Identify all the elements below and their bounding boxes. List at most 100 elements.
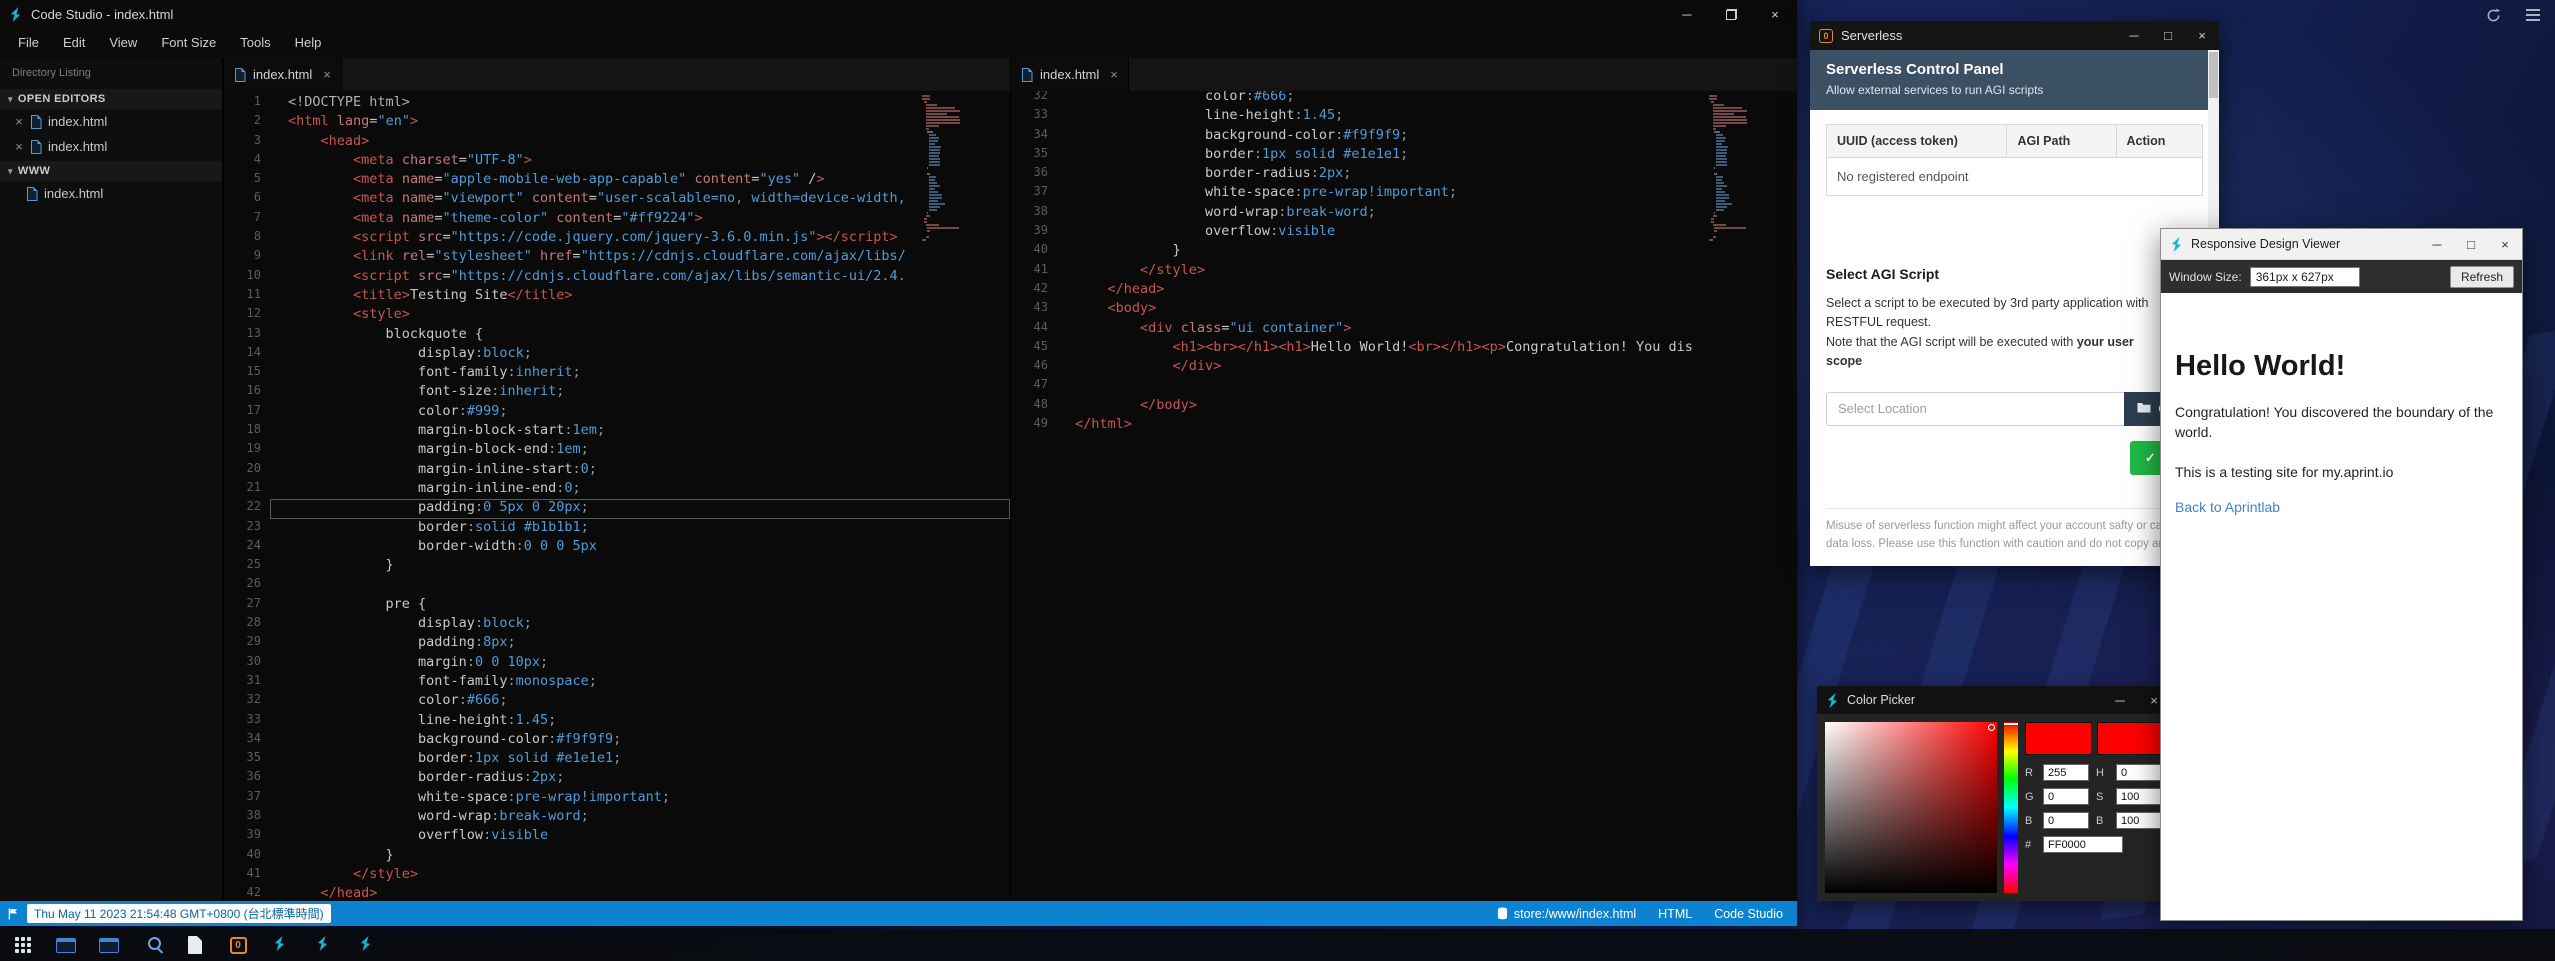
code-line[interactable]: 49</html> <box>1011 416 1797 435</box>
section-www[interactable]: ▾ WWW <box>0 161 222 181</box>
refresh-icon[interactable] <box>2483 5 2503 25</box>
section-open-editors[interactable]: ▾ OPEN EDITORS <box>0 89 222 109</box>
hue-field[interactable] <box>2116 764 2162 781</box>
saturation-brightness-area[interactable] <box>1825 722 1997 893</box>
minimize-icon[interactable]: ─ <box>2103 686 2137 714</box>
code-line[interactable]: 15 font-family:inherit; <box>224 364 1010 383</box>
code-line[interactable]: 20 margin-inline-start:0; <box>224 461 1010 480</box>
code-line[interactable]: 39 overflow:visible <box>1011 223 1797 242</box>
code-line[interactable]: 7 <meta name="theme-color" content="#ff9… <box>224 210 1010 229</box>
blue-field[interactable] <box>2043 812 2089 829</box>
statusbar-language[interactable]: HTML <box>1658 907 1692 921</box>
code-line[interactable]: 42 </head> <box>224 885 1010 901</box>
code-line[interactable]: 32 color:#666; <box>224 692 1010 711</box>
code-line[interactable]: 22 padding:0 5px 0 20px; <box>224 499 1010 518</box>
code-line[interactable]: 41 </style> <box>224 866 1010 885</box>
tab-index-html[interactable]: index.html × <box>1011 58 1129 91</box>
maximize-icon[interactable]: □ <box>2151 21 2185 50</box>
code-line[interactable]: 8 <script src="https://code.jquery.com/j… <box>224 229 1010 248</box>
minimap[interactable] <box>922 95 970 242</box>
code-line[interactable]: 41 </style> <box>1011 262 1797 281</box>
code-line[interactable]: 33 line-height:1.45; <box>224 712 1010 731</box>
code-line[interactable]: 13 blockquote { <box>224 326 1010 345</box>
location-input[interactable] <box>1826 392 2124 426</box>
hue-cursor[interactable] <box>2004 723 2018 725</box>
hex-field[interactable] <box>2043 836 2123 853</box>
window-icon[interactable] <box>96 932 122 958</box>
code-line[interactable]: 1<!DOCTYPE html> <box>224 94 1010 113</box>
flag-icon[interactable] <box>8 908 19 920</box>
code-editor[interactable]: 32 color:#666;33 line-height:1.45;34 bac… <box>1011 91 1797 901</box>
code-line[interactable]: 18 margin-block-start:1em; <box>224 422 1010 441</box>
close-icon[interactable]: × <box>1753 0 1797 28</box>
code-line[interactable]: 24 border-width:0 0 0 5px <box>224 538 1010 557</box>
code-line[interactable]: 37 white-space:pre-wrap!important; <box>1011 184 1797 203</box>
code-line[interactable]: 9 <link rel="stylesheet" href="https://c… <box>224 248 1010 267</box>
open-editor-item[interactable]: × index.html <box>0 109 222 134</box>
code-line[interactable]: 48 </body> <box>1011 397 1797 416</box>
code-line[interactable]: 16 font-size:inherit; <box>224 383 1010 402</box>
code-line[interactable]: 34 background-color:#f9f9f9; <box>1011 127 1797 146</box>
color-picker-titlebar[interactable]: Color Picker ─ × <box>1817 686 2171 714</box>
brightness-field[interactable] <box>2116 812 2162 829</box>
serverless-titlebar[interactable]: 0 Serverless ─ □ × <box>1810 21 2219 50</box>
code-line[interactable]: 2<html lang="en"> <box>224 113 1010 132</box>
menu-help[interactable]: Help <box>283 28 334 58</box>
code-line[interactable]: 43 <body> <box>1011 300 1797 319</box>
code-line[interactable]: 38 word-wrap:break-word; <box>1011 204 1797 223</box>
minimize-icon[interactable]: ─ <box>1665 0 1709 28</box>
window-icon[interactable] <box>53 932 79 958</box>
code-line[interactable]: 27 pre { <box>224 596 1010 615</box>
statusbar-datetime[interactable]: Thu May 11 2023 21:54:48 GMT+0800 (台北標準時… <box>27 904 331 923</box>
code-line[interactable]: 17 color:#999; <box>224 403 1010 422</box>
code-line[interactable]: 23 border:solid #b1b1b1; <box>224 519 1010 538</box>
code-line[interactable]: 46 </div> <box>1011 358 1797 377</box>
code-line[interactable]: 45 <h1><br></h1><h1>Hello World!<br></h1… <box>1011 339 1797 358</box>
code-line[interactable]: 35 border:1px solid #e1e1e1; <box>224 750 1010 769</box>
close-icon[interactable]: × <box>1110 67 1118 82</box>
menu-edit[interactable]: Edit <box>51 28 97 58</box>
code-line[interactable]: 31 font-family:monospace; <box>224 673 1010 692</box>
code-line[interactable]: 19 margin-block-end:1em; <box>224 441 1010 460</box>
code-line[interactable]: 39 overflow:visible <box>224 827 1010 846</box>
picker-cursor[interactable] <box>1988 724 1995 731</box>
close-icon[interactable]: × <box>323 67 331 82</box>
start-menu-icon[interactable] <box>10 932 36 958</box>
code-line[interactable]: 6 <meta name="viewport" content="user-sc… <box>224 190 1010 209</box>
code-editor[interactable]: 1<!DOCTYPE html>2<html lang="en">3 <head… <box>224 91 1010 901</box>
code-line[interactable]: 28 display:block; <box>224 615 1010 634</box>
menu-tools[interactable]: Tools <box>228 28 282 58</box>
statusbar-app[interactable]: Code Studio <box>1714 907 1783 921</box>
green-field[interactable] <box>2043 788 2089 805</box>
menu-icon[interactable] <box>2523 5 2543 25</box>
tab-index-html[interactable]: index.html × <box>224 58 342 91</box>
code-line[interactable]: 44 <div class="ui container"> <box>1011 320 1797 339</box>
hue-slider[interactable] <box>2004 722 2018 893</box>
code-line[interactable]: 4 <meta charset="UTF-8"> <box>224 152 1010 171</box>
code-line[interactable]: 36 border-radius:2px; <box>224 769 1010 788</box>
code-line[interactable]: 21 margin-inline-end:0; <box>224 480 1010 499</box>
code-line[interactable]: 37 white-space:pre-wrap!important; <box>224 789 1010 808</box>
code-line[interactable]: 12 <style> <box>224 306 1010 325</box>
menu-file[interactable]: File <box>6 28 51 58</box>
menu-view[interactable]: View <box>97 28 149 58</box>
menu-font-size[interactable]: Font Size <box>149 28 228 58</box>
code-line[interactable]: 11 <title>Testing Site</title> <box>224 287 1010 306</box>
code-line[interactable]: 40 } <box>1011 242 1797 261</box>
open-editor-item[interactable]: × index.html <box>0 134 222 159</box>
code-line[interactable]: 25 } <box>224 557 1010 576</box>
code-line[interactable]: 32 color:#666; <box>1011 91 1797 107</box>
code-line[interactable]: 34 background-color:#f9f9f9; <box>224 731 1010 750</box>
code-line[interactable]: 38 word-wrap:break-word; <box>224 808 1010 827</box>
maximize-icon[interactable]: □ <box>2454 229 2488 259</box>
code-line[interactable]: 3 <head> <box>224 133 1010 152</box>
ide-titlebar[interactable]: Code Studio - index.html ─ × <box>0 0 1797 28</box>
statusbar-file[interactable]: store:/www/index.html <box>1497 907 1636 921</box>
close-icon[interactable]: × <box>2185 21 2219 50</box>
minimize-icon[interactable]: ─ <box>2117 21 2151 50</box>
tree-item-index-html[interactable]: index.html <box>0 181 222 206</box>
code-studio-icon[interactable] <box>268 932 294 958</box>
back-to-aprintlab-link[interactable]: Back to Aprintlab <box>2175 499 2280 515</box>
code-line[interactable]: 5 <meta name="apple-mobile-web-app-capab… <box>224 171 1010 190</box>
refresh-button[interactable]: Refresh <box>2450 266 2514 288</box>
